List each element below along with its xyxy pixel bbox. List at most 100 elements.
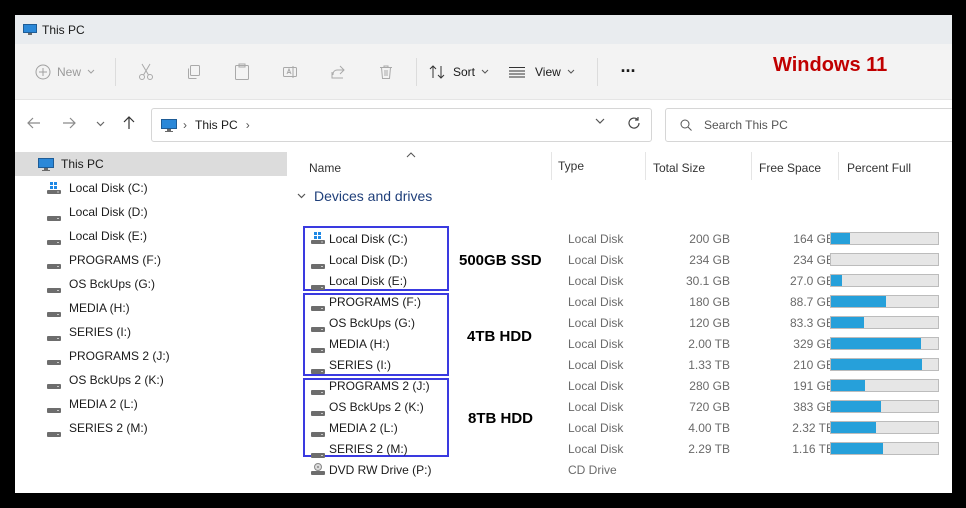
drive-row[interactable]: Local Disk (E:) Local Disk 30.1 GB 27.0 GB [289, 270, 952, 291]
percent-full-bar [830, 337, 939, 350]
drive-name: PROGRAMS (F:) [329, 295, 421, 309]
percent-full-fill [831, 422, 876, 433]
view-button[interactable]: View [503, 56, 591, 88]
drive-icon [47, 336, 61, 341]
column-divider[interactable] [551, 152, 552, 180]
drive-row[interactable]: OS BckUps 2 (K:) Local Disk 720 GB 383 GB [289, 396, 952, 417]
percent-full-fill [831, 317, 865, 328]
drive-row[interactable]: PROGRAMS (F:) Local Disk 180 GB 88.7 GB [289, 291, 952, 312]
recent-locations-chevron-icon[interactable] [96, 121, 105, 127]
cut-button[interactable] [122, 56, 170, 88]
drive-row[interactable]: SERIES (I:) Local Disk 1.33 TB 210 GB [289, 354, 952, 375]
sidebar-item-label: SERIES 2 (M:) [69, 421, 148, 435]
percent-full-fill [831, 233, 851, 244]
drive-icon [311, 432, 325, 437]
drive-total-size: 1.33 TB [688, 358, 730, 372]
drive-row[interactable]: MEDIA (H:) Local Disk 2.00 TB 329 GB [289, 333, 952, 354]
sidebar-item-drive[interactable]: Local Disk (C:) [15, 176, 287, 200]
sidebar-item-drive[interactable]: PROGRAMS 2 (J:) [15, 344, 287, 368]
drive-name: OS BckUps 2 (K:) [329, 400, 424, 414]
column-divider[interactable] [838, 152, 839, 180]
sidebar-item-drive[interactable]: MEDIA (H:) [15, 296, 287, 320]
more-options-button[interactable]: ··· [604, 56, 652, 88]
monitor-icon [161, 118, 177, 132]
drive-icon [311, 411, 325, 416]
rename-icon [283, 65, 297, 78]
drive-type: Local Disk [568, 421, 624, 435]
drive-row[interactable]: PROGRAMS 2 (J:) Local Disk 280 GB 191 GB [289, 375, 952, 396]
percent-full-bar [830, 400, 939, 413]
delete-button[interactable] [362, 56, 410, 88]
column-header-total-size[interactable]: Total Size [653, 154, 705, 182]
sidebar-item-drive[interactable]: SERIES 2 (M:) [15, 416, 287, 440]
window-title: This PC [42, 22, 85, 37]
forward-arrow-icon[interactable] [62, 116, 76, 130]
column-divider[interactable] [751, 152, 752, 180]
title-bar: This PC [15, 15, 952, 44]
column-header-free-space[interactable]: Free Space [759, 154, 821, 182]
sidebar-item-label: PROGRAMS 2 (J:) [69, 349, 170, 363]
sidebar-item-drive[interactable]: MEDIA 2 (L:) [15, 392, 287, 416]
drive-total-size: 120 GB [689, 316, 730, 330]
share-button[interactable] [314, 56, 362, 88]
percent-full-fill [831, 401, 882, 412]
paste-button[interactable] [218, 56, 266, 88]
drive-total-size: 180 GB [689, 295, 730, 309]
share-icon [331, 65, 345, 78]
drive-row[interactable]: MEDIA 2 (L:) Local Disk 4.00 TB 2.32 TB [289, 417, 952, 438]
drive-row[interactable]: Local Disk (C:) Local Disk 200 GB 164 GB [289, 228, 952, 249]
drive-free-space: 210 GB [793, 358, 834, 372]
address-bar[interactable]: › This PC › [151, 108, 652, 142]
drive-row[interactable]: DVD RW Drive (P:) CD Drive [289, 459, 952, 480]
column-header-name[interactable]: Name [309, 154, 341, 182]
sidebar-item-this-pc[interactable]: This PC [15, 152, 287, 176]
column-header-percent-full[interactable]: Percent Full [847, 154, 911, 182]
sidebar-item-drive[interactable]: Local Disk (D:) [15, 200, 287, 224]
breadcrumb-separator[interactable]: › [183, 118, 187, 132]
drive-free-space: 88.7 GB [789, 295, 834, 309]
drive-icon [47, 216, 61, 221]
refresh-icon[interactable] [627, 116, 641, 130]
group-header-devices-and-drives[interactable]: Devices and drives [297, 188, 432, 204]
drive-icon [311, 285, 325, 290]
toolbar-divider [597, 57, 598, 86]
drive-row[interactable]: SERIES 2 (M:) Local Disk 2.29 TB 1.16 TB [289, 438, 952, 459]
address-dropdown-chevron-icon[interactable] [595, 118, 605, 124]
drive-total-size: 2.29 TB [688, 442, 730, 456]
up-arrow-icon[interactable] [122, 116, 136, 130]
drive-row[interactable]: OS BckUps (G:) Local Disk 120 GB 83.3 GB [289, 312, 952, 333]
copy-button[interactable] [170, 56, 218, 88]
drive-free-space: 1.16 TB [792, 442, 834, 456]
percent-full-bar [830, 316, 939, 329]
sidebar-item-drive[interactable]: PROGRAMS (F:) [15, 248, 287, 272]
drive-name: Local Disk (E:) [329, 274, 408, 288]
drive-free-space: 234 GB [793, 253, 834, 267]
sidebar-item-drive[interactable]: Local Disk (E:) [15, 224, 287, 248]
drive-type: Local Disk [568, 337, 624, 351]
windows-11-annotation: Windows 11 [773, 54, 888, 76]
sidebar-item-label: MEDIA (H:) [69, 301, 130, 315]
rename-button[interactable] [266, 56, 314, 88]
sidebar-item-drive[interactable]: OS BckUps 2 (K:) [15, 368, 287, 392]
new-button[interactable]: New [29, 56, 109, 88]
search-box[interactable]: Search This PC [665, 108, 952, 142]
breadcrumb-separator[interactable]: › [246, 118, 250, 132]
sidebar-item-label: Local Disk (D:) [69, 205, 148, 219]
column-divider[interactable] [645, 152, 646, 180]
breadcrumb-this-pc[interactable]: This PC [195, 118, 238, 132]
percent-full-bar [830, 421, 939, 434]
sidebar-item-label: OS BckUps (G:) [69, 277, 156, 291]
sort-button[interactable]: Sort [423, 56, 503, 88]
drive-free-space: 164 GB [793, 232, 834, 246]
file-explorer-window: This PC New Sort View ··· Windows 11 › T… [15, 15, 952, 493]
sidebar-item-drive[interactable]: OS BckUps (G:) [15, 272, 287, 296]
column-header-type[interactable]: Type [558, 152, 584, 180]
command-bar: New Sort View ··· Windows 11 [15, 44, 952, 100]
sidebar-item-drive[interactable]: SERIES (I:) [15, 320, 287, 344]
toolbar-divider [416, 57, 417, 86]
percent-full-fill [831, 275, 842, 286]
back-arrow-icon[interactable] [27, 116, 41, 130]
drive-row[interactable]: Local Disk (D:) Local Disk 234 GB 234 GB [289, 249, 952, 270]
drive-total-size: 2.00 TB [688, 337, 730, 351]
drive-icon [311, 369, 325, 374]
